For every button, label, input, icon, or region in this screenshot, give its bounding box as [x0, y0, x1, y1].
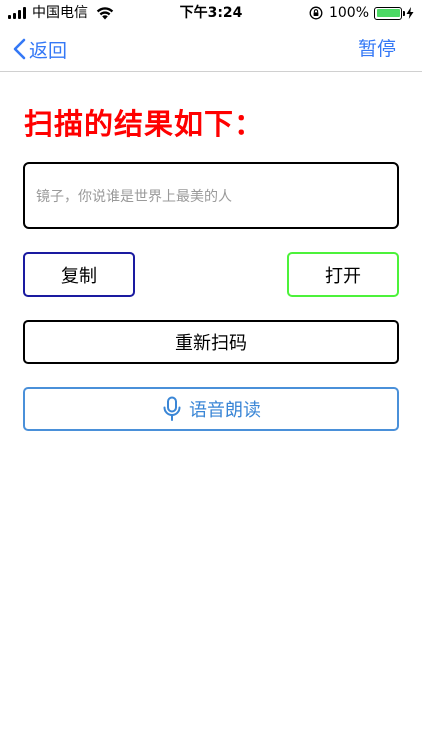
- charging-bolt-icon: [406, 7, 414, 19]
- read-aloud-button[interactable]: 语音朗读: [23, 387, 399, 431]
- status-bar: 中国电信 下午3:24 100%: [0, 0, 422, 26]
- open-button[interactable]: 打开: [287, 252, 399, 297]
- result-text-box[interactable]: 镜子，你说谁是世界上最美的人: [23, 162, 399, 229]
- status-right: 100%: [309, 4, 414, 22]
- rescan-button[interactable]: 重新扫码: [23, 320, 399, 364]
- chevron-left-icon: [13, 38, 26, 60]
- read-aloud-label: 语音朗读: [189, 400, 261, 421]
- nav-bar: 返回 暂停: [0, 26, 422, 72]
- battery-percent: 100%: [328, 5, 369, 21]
- battery-icon: [374, 6, 405, 20]
- microphone-icon: [163, 396, 181, 421]
- copy-button[interactable]: 复制: [23, 252, 135, 297]
- open-label: 打开: [325, 265, 361, 287]
- back-label: 返回: [29, 39, 68, 62]
- copy-label: 复制: [61, 265, 97, 287]
- rescan-label: 重新扫码: [175, 333, 247, 354]
- orientation-lock-icon: [309, 6, 323, 20]
- result-text: 镜子，你说谁是世界上最美的人: [36, 188, 232, 205]
- pause-button[interactable]: 暂停: [358, 35, 396, 63]
- battery-fill: [376, 9, 400, 17]
- page-title: 扫描的结果如下：: [24, 107, 265, 141]
- back-button[interactable]: 返回: [12, 35, 67, 63]
